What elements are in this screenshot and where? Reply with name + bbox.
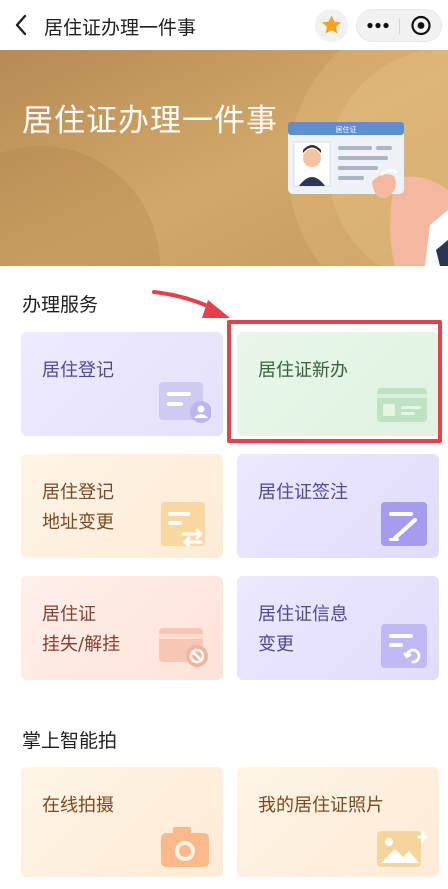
card-label: 在线拍摄	[42, 795, 114, 816]
card-label-line2: 变更	[258, 634, 294, 655]
card-label-line2: 地址变更	[42, 512, 114, 533]
highlight-box	[227, 320, 442, 443]
annotation-arrow	[152, 290, 230, 318]
camera-icon	[161, 827, 209, 867]
card-permit-endorsement[interactable]: 居住证签注	[237, 454, 439, 558]
address-swap-icon	[161, 502, 205, 546]
edit-document-icon	[381, 502, 427, 546]
favorite-button[interactable]	[315, 9, 348, 42]
registration-form-icon	[159, 382, 211, 423]
card-label-line1: 居住证信息	[258, 604, 348, 625]
card-label-line1: 居住登记	[42, 482, 114, 503]
more-button[interactable]	[357, 10, 399, 41]
card-report-loss[interactable]: 居住证 挂失/解挂	[21, 576, 223, 680]
card-label-line2: 挂失/解挂	[42, 634, 121, 655]
banner: 居住证 居住证办理一件事	[0, 50, 448, 266]
info-refresh-icon	[381, 624, 427, 668]
card-label: 我的居住证照片	[258, 795, 384, 816]
card-residence-registration[interactable]: 居住登记	[21, 332, 223, 436]
id-card-label: 居住证	[336, 125, 357, 134]
target-circle-icon	[411, 15, 431, 36]
page-title: 居住证办理一件事	[44, 17, 197, 39]
card-label: 居住登记	[42, 360, 114, 381]
card-my-permit-photo[interactable]: 我的居住证照片	[237, 767, 439, 877]
more-dots-icon	[367, 22, 389, 29]
card-label-line1: 居住证	[42, 604, 96, 625]
card-label: 居住证签注	[258, 482, 348, 503]
close-mini-program-button[interactable]	[400, 10, 442, 41]
chevron-left-icon[interactable]	[10, 10, 34, 40]
card-block-icon	[159, 628, 208, 667]
banner-background: 居住证	[0, 50, 448, 266]
section-title-services: 办理服务	[22, 294, 99, 316]
navigation-bar: 居住证办理一件事	[0, 0, 448, 50]
star-icon	[322, 15, 341, 34]
banner-title: 居住证办理一件事	[22, 103, 278, 139]
card-info-change[interactable]: 居住证信息 变更	[237, 576, 439, 680]
picture-icon	[377, 831, 427, 867]
card-online-photo[interactable]: 在线拍摄	[21, 767, 223, 877]
card-address-change[interactable]: 居住登记 地址变更	[21, 454, 223, 558]
section-title-smart-photo: 掌上智能拍	[22, 730, 118, 752]
mini-program-capsule	[356, 9, 442, 42]
